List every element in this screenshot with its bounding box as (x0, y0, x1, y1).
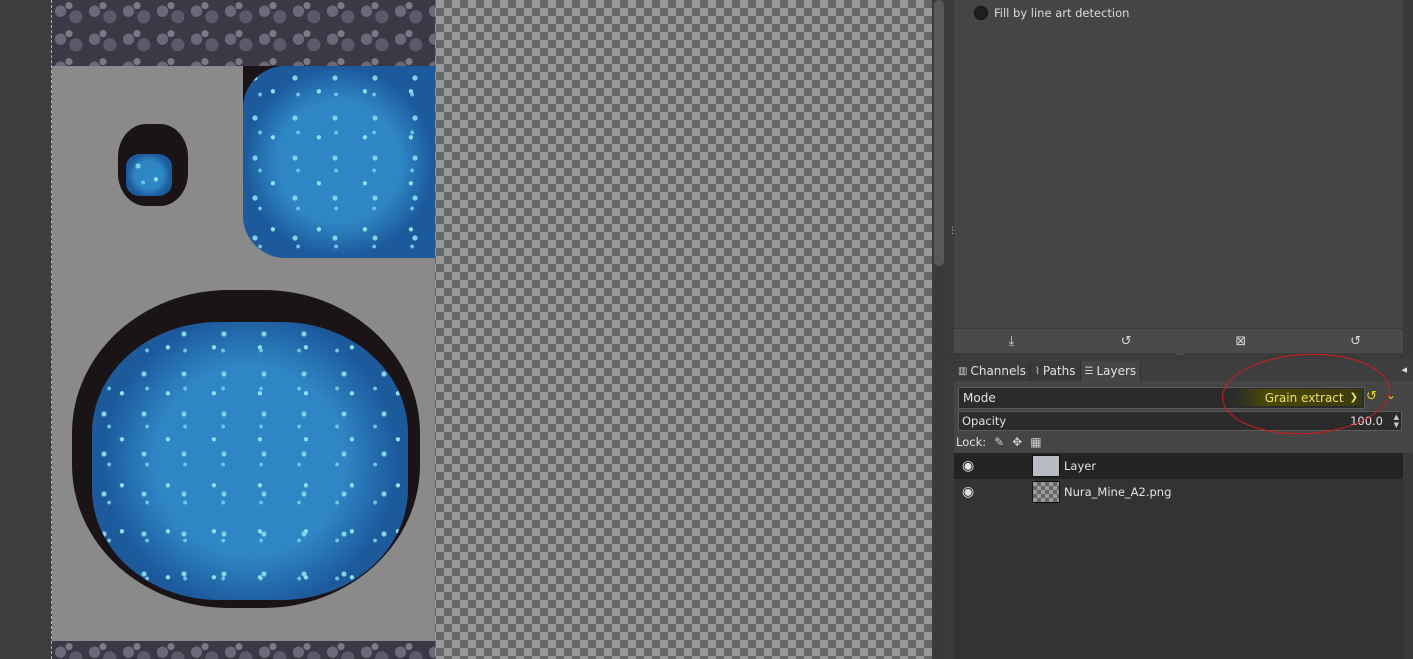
layer-row[interactable]: ◉ Nura_Mine_A2.png (954, 479, 1413, 505)
mode-label: Mode (963, 391, 996, 405)
small-pit-water (126, 154, 172, 196)
large-pool-water (92, 322, 408, 600)
layer-list-scrollbar[interactable] (1403, 453, 1413, 659)
lock-pixels-icon[interactable]: ✎ (994, 435, 1004, 449)
layer-name: Layer (1064, 459, 1097, 473)
mode-dropdown[interactable]: Grain extract ❯ (1234, 389, 1362, 406)
tab-paths[interactable]: ⌇ Paths (1030, 361, 1081, 381)
tab-paths-label: Paths (1042, 364, 1076, 378)
tab-menu-icon[interactable]: ◂ (1401, 363, 1407, 376)
reset-mode-icon[interactable]: ↺ (1366, 389, 1377, 404)
opacity-label: Opacity (962, 414, 1007, 428)
right-dock: ⋮ Fill by line art detection ⤓ ↺ ⊠ ↺ ···… (946, 0, 1413, 659)
layer-mode-row: Mode Grain extract ❯ (958, 387, 1365, 409)
restore-preset-button[interactable]: ↺ (1069, 329, 1184, 353)
layer-boundary-guide (51, 0, 52, 659)
grip-dots-icon: ⋮ (948, 226, 957, 236)
eye-icon[interactable]: ◉ (962, 458, 974, 474)
tab-channels-label: Channels (970, 364, 1026, 378)
opacity-value: 100.0 (1350, 414, 1383, 428)
dock-tabs: ▥ Channels ⌇ Paths ☰ Layers (954, 359, 1413, 381)
layer-row[interactable]: ◉ Layer (954, 453, 1413, 479)
tab-layers-label: Layers (1096, 364, 1137, 378)
fill-line-art-radio[interactable]: Fill by line art detection (974, 6, 1129, 20)
tool-options-scrollbar[interactable] (1403, 0, 1413, 353)
tile-image (52, 0, 435, 659)
image-canvas[interactable] (0, 0, 946, 659)
chevron-down-icon: ❯ (1349, 392, 1358, 403)
dock-resize-handle[interactable]: ⋮ (946, 0, 957, 659)
lock-label: Lock: (956, 435, 987, 449)
water-block (243, 66, 435, 258)
tab-layers[interactable]: ☰ Layers (1080, 361, 1142, 381)
lock-alpha-icon[interactable]: ▦ (1030, 435, 1041, 449)
delete-preset-button[interactable]: ⊠ (1184, 329, 1299, 353)
radio-button-icon (974, 6, 988, 20)
eye-icon[interactable]: ◉ (962, 484, 974, 500)
opacity-field[interactable]: Opacity 100.0 ▲ ▼ (958, 411, 1402, 431)
canvas-scrollbar-thumb[interactable] (934, 0, 944, 266)
layer-thumbnail (1032, 481, 1060, 503)
mode-dropdown-value: Grain extract (1264, 390, 1344, 405)
save-preset-button[interactable]: ⤓ (954, 329, 1069, 353)
rock-tile-bottom (52, 641, 435, 659)
tool-options-button-bar: ⤓ ↺ ⊠ ↺ (954, 328, 1413, 353)
tool-options-panel: Fill by line art detection ⤓ ↺ ⊠ ↺ (954, 0, 1413, 353)
layers-panel: Mode Grain extract ❯ ↺ ⌄ Opacity 100.0 ▲… (954, 381, 1413, 659)
layer-name: Nura_Mine_A2.png (1064, 485, 1172, 499)
tab-channels[interactable]: ▥ Channels (954, 361, 1031, 381)
layer-thumbnail (1032, 455, 1060, 477)
layers-icon: ☰ (1084, 365, 1094, 377)
layer-list: ◉ Layer ◉ Nura_Mine_A2.png (954, 453, 1413, 659)
lock-position-icon[interactable]: ✥ (1012, 435, 1022, 449)
lock-row: Lock: ✎ ✥ ▦ (956, 433, 1042, 451)
paths-icon: ⌇ (1034, 365, 1040, 377)
rock-tile-top (52, 0, 435, 66)
reset-options-button[interactable]: ↺ (1298, 329, 1413, 353)
channels-icon: ▥ (958, 365, 968, 377)
fill-line-art-label: Fill by line art detection (994, 6, 1130, 20)
spin-arrows-icon[interactable]: ▲ ▼ (1394, 413, 1399, 429)
mode-group-chevron-icon[interactable]: ⌄ (1386, 388, 1396, 402)
